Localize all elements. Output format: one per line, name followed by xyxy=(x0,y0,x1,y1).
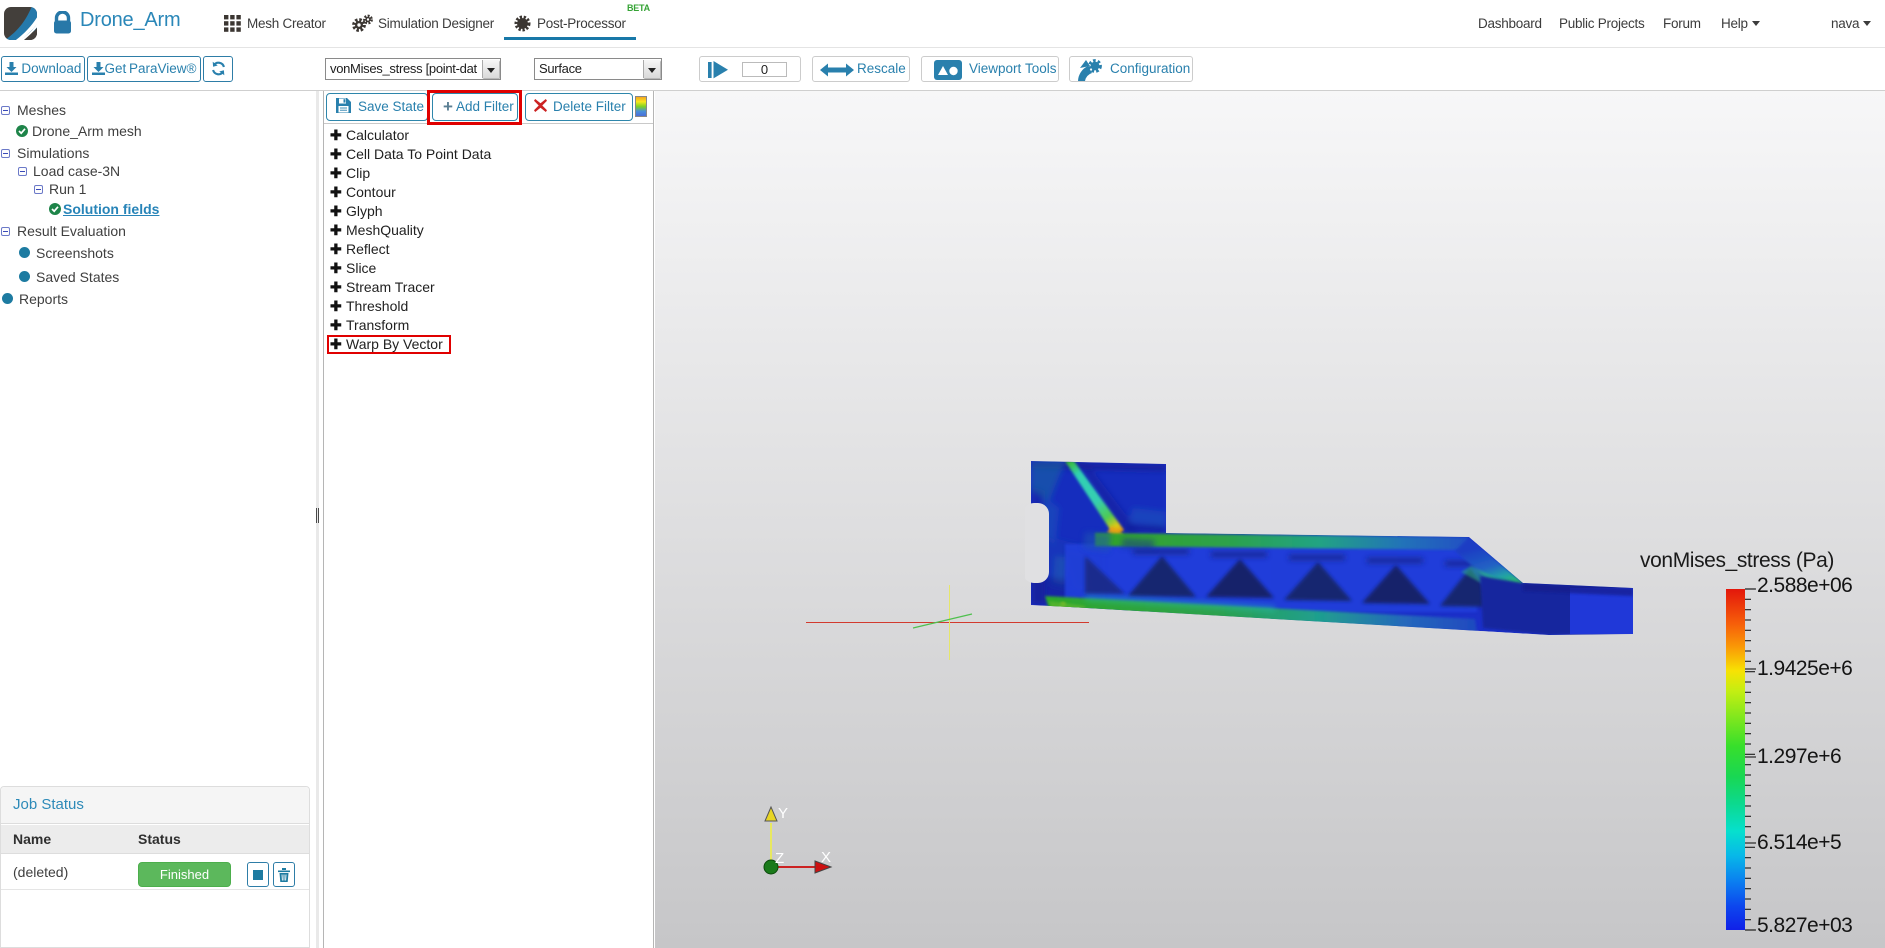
svg-text:Y: Y xyxy=(778,805,788,822)
svg-text:X: X xyxy=(821,849,831,866)
svg-text:Z: Z xyxy=(775,850,784,867)
